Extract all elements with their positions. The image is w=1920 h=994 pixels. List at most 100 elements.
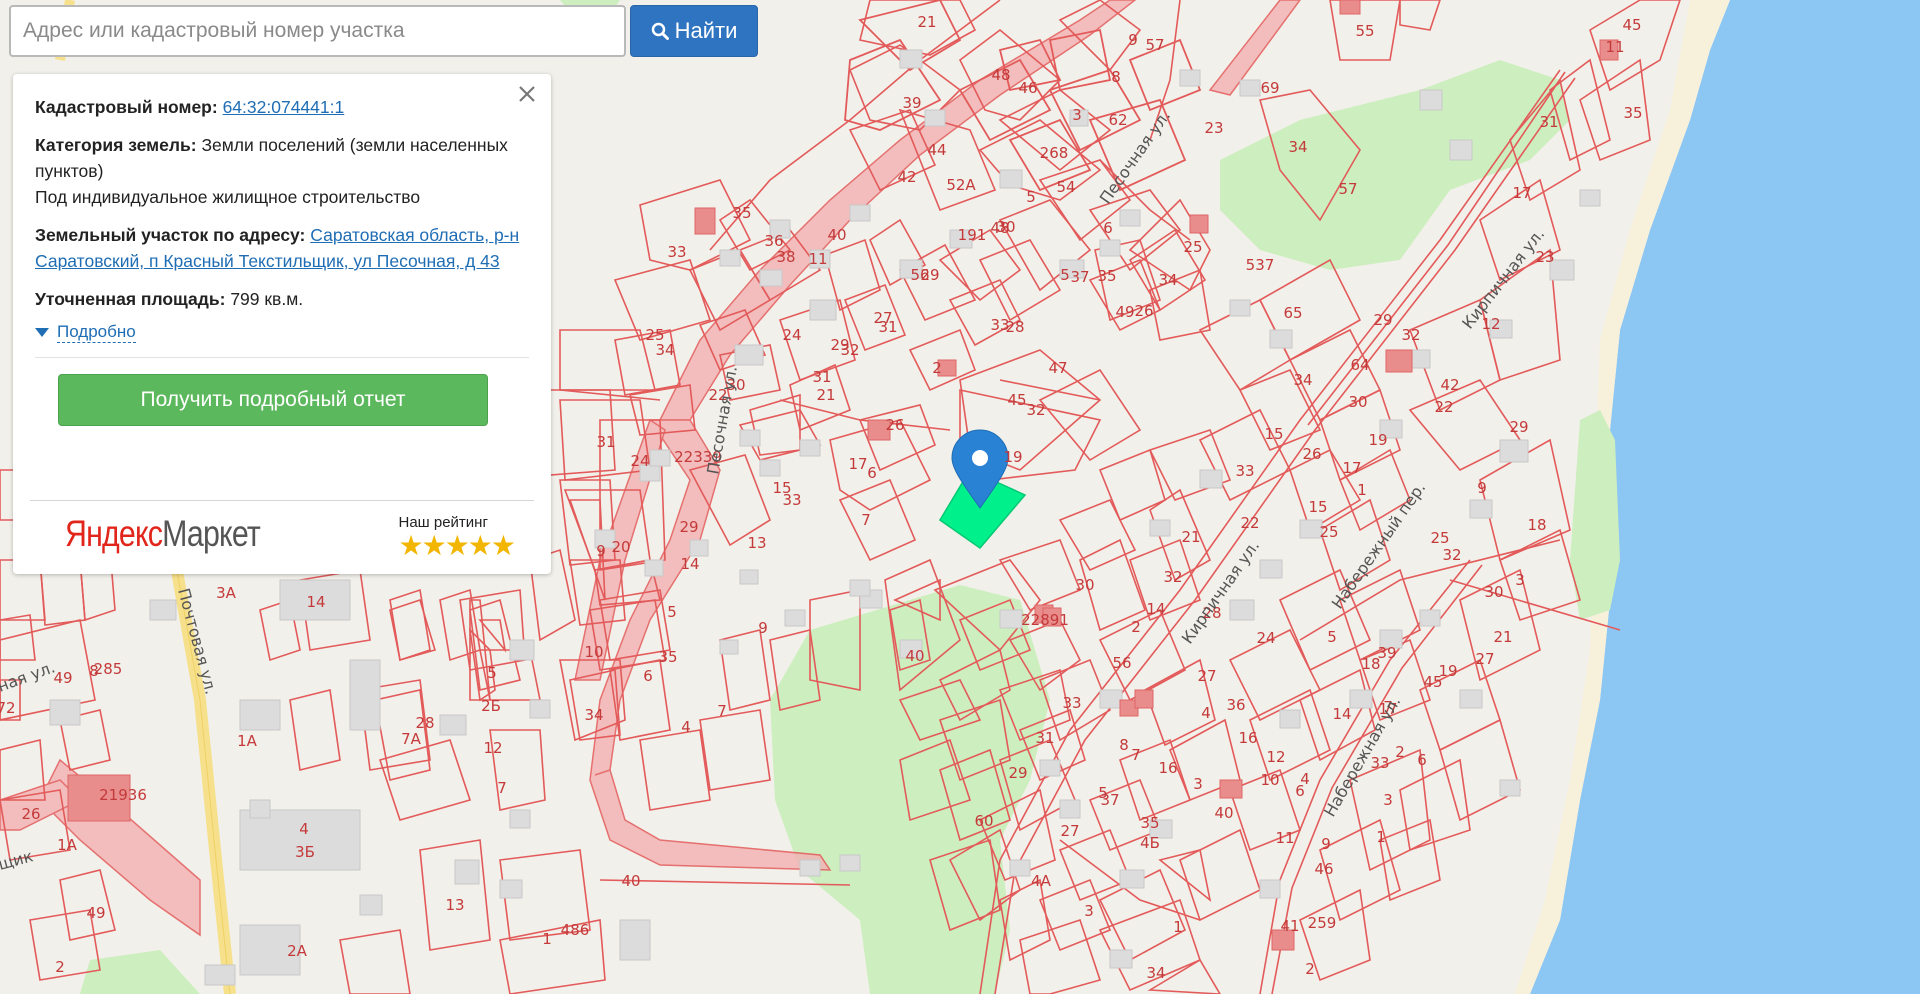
svg-text:16: 16 <box>1238 729 1257 747</box>
area-value: 799 кв.м. <box>230 289 304 309</box>
svg-text:29: 29 <box>830 336 849 354</box>
svg-text:19: 19 <box>1003 448 1022 466</box>
svg-text:21: 21 <box>917 13 936 31</box>
svg-text:30: 30 <box>1348 393 1367 411</box>
svg-text:6: 6 <box>867 464 877 482</box>
svg-text:6: 6 <box>1417 751 1427 769</box>
svg-text:12: 12 <box>1266 748 1285 766</box>
svg-text:21936: 21936 <box>99 786 147 804</box>
svg-text:33: 33 <box>1062 694 1081 712</box>
yandex-market-logo[interactable]: ЯндексМаркет <box>65 513 261 555</box>
svg-text:27: 27 <box>1060 822 1079 840</box>
search-input[interactable] <box>9 5 626 57</box>
yandex-market-logo-yandex: Яндекс <box>65 513 163 554</box>
svg-text:259: 259 <box>1308 914 1337 932</box>
svg-text:29: 29 <box>920 266 939 284</box>
svg-text:33: 33 <box>782 491 801 509</box>
svg-text:49: 49 <box>53 669 72 687</box>
svg-text:62: 62 <box>1108 111 1127 129</box>
svg-text:33: 33 <box>667 243 686 261</box>
svg-text:46: 46 <box>1314 860 1333 878</box>
svg-text:2: 2 <box>1305 960 1315 978</box>
svg-text:15: 15 <box>1308 498 1327 516</box>
svg-text:35: 35 <box>1623 104 1642 122</box>
get-report-button[interactable]: Получить подробный отчет <box>58 374 488 426</box>
svg-text:42: 42 <box>1440 376 1459 394</box>
svg-text:25: 25 <box>1183 238 1202 256</box>
svg-text:22: 22 <box>1434 398 1453 416</box>
svg-text:34: 34 <box>655 341 674 359</box>
svg-text:9: 9 <box>596 542 606 560</box>
svg-text:35: 35 <box>732 204 751 222</box>
panel-divider <box>35 357 529 358</box>
svg-text:6: 6 <box>1295 782 1305 800</box>
svg-text:12: 12 <box>483 739 502 757</box>
svg-text:32: 32 <box>1163 568 1182 586</box>
svg-text:11: 11 <box>1605 38 1624 56</box>
rating-label: Наш рейтинг <box>398 514 488 531</box>
rating-stars-icon: ★★★★★ <box>398 530 516 561</box>
svg-text:40: 40 <box>621 872 640 890</box>
svg-text:47: 47 <box>1048 359 1067 377</box>
area-label: Уточненная площадь: <box>35 289 226 309</box>
svg-text:56: 56 <box>1112 654 1131 672</box>
svg-text:9: 9 <box>1321 835 1331 853</box>
svg-text:5: 5 <box>1098 784 1108 802</box>
svg-text:35: 35 <box>1140 814 1159 832</box>
details-link[interactable]: Подробно <box>57 322 136 343</box>
svg-text:31: 31 <box>1539 113 1558 131</box>
svg-text:52А: 52А <box>946 176 976 194</box>
svg-text:25: 25 <box>1430 529 1449 547</box>
svg-text:24: 24 <box>1256 629 1275 647</box>
svg-text:6: 6 <box>1103 219 1113 237</box>
svg-text:16: 16 <box>1158 759 1177 777</box>
svg-text:46: 46 <box>1018 79 1037 97</box>
svg-text:44: 44 <box>927 141 946 159</box>
svg-text:45: 45 <box>1622 16 1641 34</box>
svg-text:23: 23 <box>1204 119 1223 137</box>
svg-text:4А: 4А <box>1031 872 1052 890</box>
svg-text:5: 5 <box>487 664 497 682</box>
caret-down-icon <box>35 327 49 337</box>
land-use-value: Под индивидуальное жилищное строительств… <box>35 187 421 207</box>
svg-text:21: 21 <box>1493 628 1512 646</box>
svg-text:9: 9 <box>758 619 768 637</box>
svg-text:39: 39 <box>1377 644 1396 662</box>
svg-text:30: 30 <box>1484 583 1503 601</box>
svg-text:29: 29 <box>1509 418 1528 436</box>
svg-text:2: 2 <box>1131 618 1141 636</box>
svg-text:34: 34 <box>1293 371 1312 389</box>
rating-block[interactable]: Наш рейтинг ★★★★★ <box>398 514 516 561</box>
svg-text:486: 486 <box>561 921 590 939</box>
cadastral-number-link[interactable]: 64:32:074441:1 <box>223 97 345 117</box>
svg-text:4: 4 <box>299 820 309 838</box>
svg-text:60: 60 <box>974 812 993 830</box>
svg-text:24: 24 <box>782 326 801 344</box>
svg-text:29: 29 <box>1008 764 1027 782</box>
svg-text:2: 2 <box>1395 743 1405 761</box>
svg-text:27: 27 <box>1197 667 1216 685</box>
cadastral-number-row: Кадастровый номер: 64:32:074441:1 <box>35 94 529 120</box>
svg-text:9: 9 <box>1128 31 1138 49</box>
panel-footer: ЯндексМаркет Наш рейтинг ★★★★★ <box>30 500 534 573</box>
details-toggle[interactable]: Подробно <box>35 322 529 343</box>
search-bar: Найти <box>9 5 758 57</box>
area-row: Уточненная площадь: 799 кв.м. <box>35 286 529 312</box>
svg-text:32: 32 <box>1026 401 1045 419</box>
svg-text:40: 40 <box>1214 804 1233 822</box>
svg-text:3Б: 3Б <box>295 843 315 861</box>
svg-text:54: 54 <box>1056 178 1075 196</box>
close-icon[interactable] <box>515 82 539 106</box>
svg-text:25: 25 <box>1319 523 1338 541</box>
land-category-label: Категория земель: <box>35 135 197 155</box>
svg-text:9: 9 <box>1477 479 1487 497</box>
search-button[interactable]: Найти <box>630 5 758 57</box>
svg-text:4: 4 <box>1201 704 1211 722</box>
svg-text:537: 537 <box>1246 256 1275 274</box>
svg-text:29: 29 <box>679 518 698 536</box>
svg-text:34: 34 <box>1146 964 1165 982</box>
svg-text:28: 28 <box>1005 318 1024 336</box>
svg-text:285: 285 <box>94 660 123 678</box>
svg-text:57: 57 <box>1145 36 1164 54</box>
svg-text:14: 14 <box>306 593 325 611</box>
